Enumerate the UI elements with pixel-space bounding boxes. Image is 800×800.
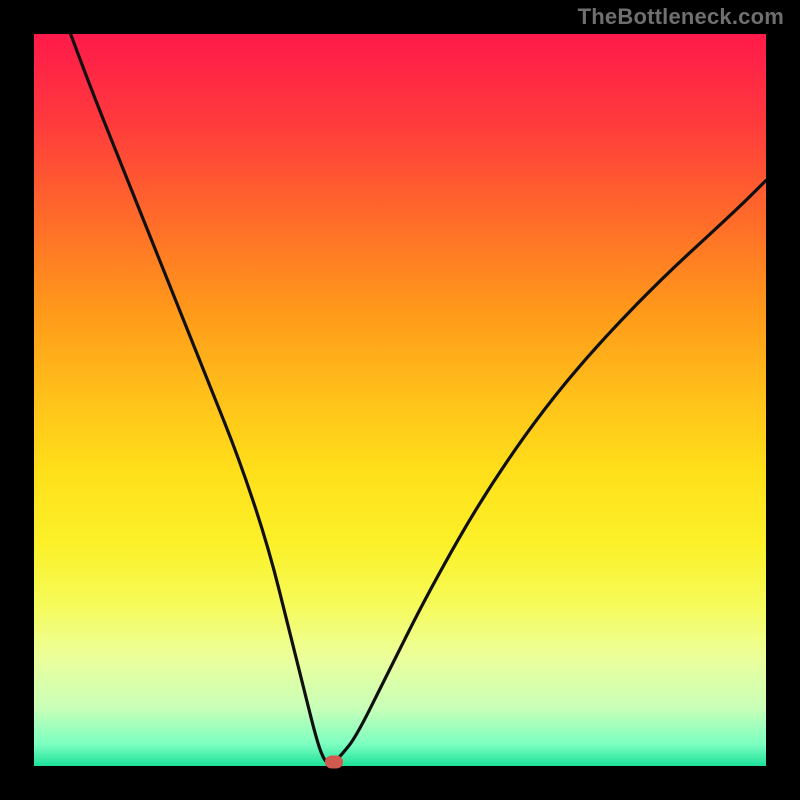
minimum-marker [325, 756, 343, 769]
watermark-text: TheBottleneck.com [578, 4, 784, 30]
plot-gradient-background [34, 34, 766, 766]
chart-frame: TheBottleneck.com [0, 0, 800, 800]
